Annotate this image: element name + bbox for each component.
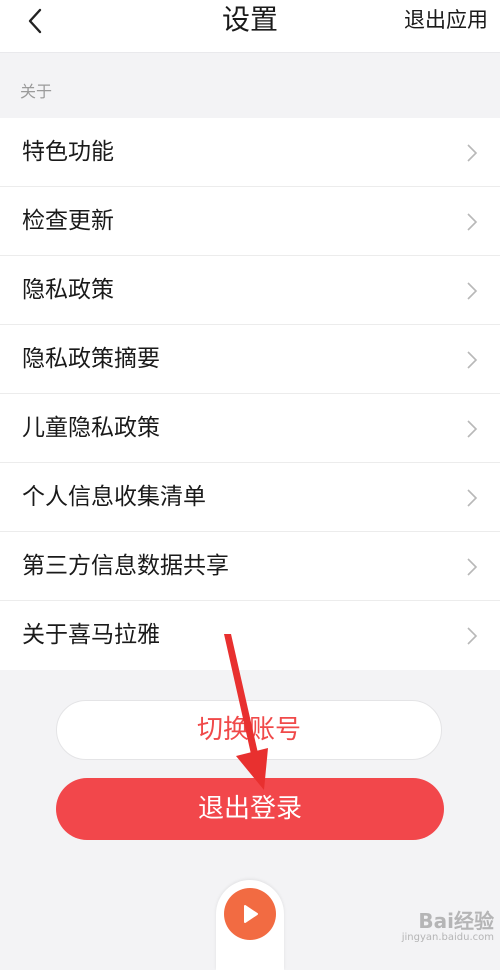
menu-item-features[interactable]: 特色功能 [0,118,500,187]
watermark: Bai经验 jingyan.baidu.com [402,910,494,944]
chevron-left-icon [28,8,42,34]
menu-item-label: 第三方信息数据共享 [22,553,229,579]
mini-player-tab [216,880,284,970]
section-label-about: 关于 [20,82,53,101]
menu-item-label: 个人信息收集清单 [22,484,206,510]
chevron-right-icon [467,489,478,507]
play-button[interactable] [224,888,276,940]
menu-item-personal-info-list[interactable]: 个人信息收集清单 [0,463,500,532]
watermark-url: jingyan.baidu.com [401,932,494,943]
menu-item-label: 儿童隐私政策 [22,415,160,441]
menu-item-children-privacy[interactable]: 儿童隐私政策 [0,394,500,463]
chevron-right-icon [467,420,478,438]
logout-button[interactable]: 退出登录 [56,778,444,840]
settings-menu-list: 特色功能 检查更新 隐私政策 隐私政策摘要 儿童隐私政策 个人信息收集清单 第三… [0,118,500,670]
chevron-right-icon [467,282,478,300]
chevron-right-icon [467,558,478,576]
exit-app-button[interactable]: 退出应用 [404,0,488,40]
menu-item-label: 关于喜马拉雅 [22,622,160,648]
chevron-right-icon [467,213,478,231]
chevron-right-icon [467,627,478,645]
menu-item-check-update[interactable]: 检查更新 [0,187,500,256]
menu-item-label: 检查更新 [22,208,114,234]
play-icon [244,905,258,923]
menu-item-privacy-summary[interactable]: 隐私政策摘要 [0,325,500,394]
header-bar: 设置 退出应用 [0,0,500,53]
menu-item-label: 隐私政策 [22,277,114,303]
chevron-right-icon [467,351,478,369]
chevron-right-icon [467,144,478,162]
watermark-logo: Bai经验 [418,909,494,933]
menu-item-label: 特色功能 [22,139,114,165]
menu-item-about-ximalaya[interactable]: 关于喜马拉雅 [0,601,500,670]
menu-item-third-party-sharing[interactable]: 第三方信息数据共享 [0,532,500,601]
menu-item-label: 隐私政策摘要 [22,346,160,372]
back-button[interactable] [18,4,52,38]
switch-account-button[interactable]: 切换账号 [56,700,442,760]
menu-item-privacy-policy[interactable]: 隐私政策 [0,256,500,325]
